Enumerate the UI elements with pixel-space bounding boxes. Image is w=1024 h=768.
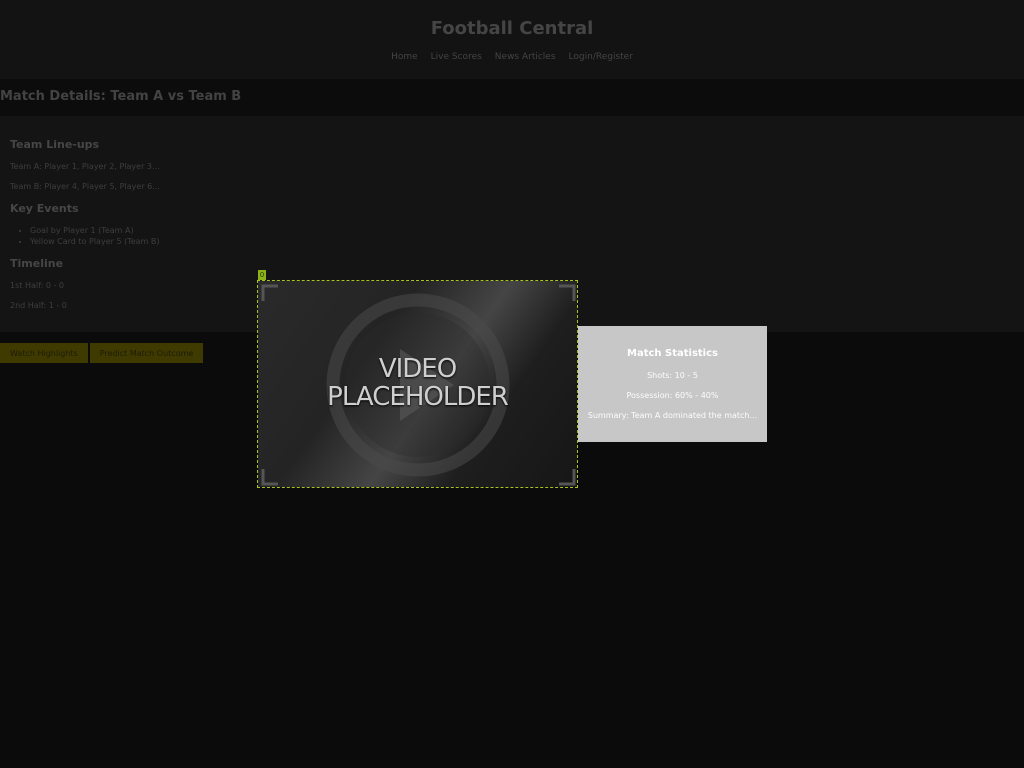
lineups-heading: Team Line-ups [10,138,100,151]
timeline-second-half: 2nd Half: 1 - 0 [10,301,67,310]
site-header: Football Central Home Live Scores News A… [0,0,1024,79]
video-label-line2: PLACEHOLDER [327,382,509,412]
nav-login-register[interactable]: Login/Register [569,52,633,62]
frame-corner-icon [261,284,278,301]
team-b-lineup: Team B: Player 4, Player 5, Player 6... [10,182,160,191]
stats-summary: Summary: Team A dominated the match... [587,411,758,420]
stats-possession: Possession: 60% - 40% [626,391,719,400]
key-event-item: Yellow Card to Player 5 (Team B) [30,236,160,247]
key-events-heading: Key Events [10,202,79,215]
video-player[interactable]: VIDEO PLACEHOLDER [257,280,578,488]
frame-corner-icon [559,469,576,486]
predict-outcome-button[interactable]: Predict Match Outcome [89,343,204,363]
key-event-item: Goal by Player 1 (Team A) [30,225,160,236]
team-a-lineup: Team A: Player 1, Player 2, Player 3... [10,162,160,171]
nav-live-scores[interactable]: Live Scores [431,52,482,62]
timeline-heading: Timeline [10,257,64,270]
nav-home[interactable]: Home [391,52,418,62]
site-title: Football Central [430,18,594,39]
match-actions: Watch Highlights Predict Match Outcome [0,343,204,363]
watch-highlights-button[interactable]: Watch Highlights [0,343,88,363]
element-index-badge: 0 [258,270,266,280]
video-label-line1: VIDEO [378,354,457,384]
page: Football Central Home Live Scores News A… [0,0,1024,768]
timeline-first-half: 1st Half: 0 - 0 [10,281,64,290]
main-nav: Home Live Scores News Articles Login/Reg… [0,52,1024,62]
frame-corner-icon [261,469,278,486]
stats-shots: Shots: 10 - 5 [647,371,698,380]
stats-heading: Match Statistics [627,348,718,359]
key-events-list: Goal by Player 1 (Team A) Yellow Card to… [30,225,160,247]
frame-corner-icon [559,284,576,301]
match-title-bar: Match Details: Team A vs Team B [0,79,1024,116]
video-placeholder[interactable]: VIDEO PLACEHOLDER [258,281,577,487]
match-statistics-panel: Match Statistics Shots: 10 - 5 Possessio… [578,326,767,442]
page-title: Match Details: Team A vs Team B [0,89,242,104]
nav-news-articles[interactable]: News Articles [495,52,556,62]
